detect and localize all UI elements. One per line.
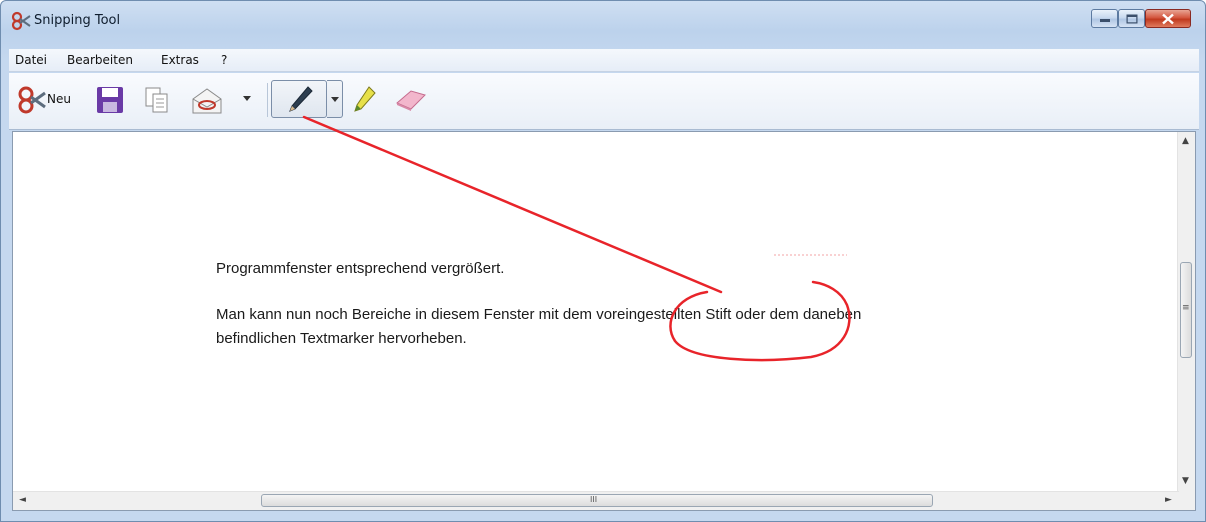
scroll-right-icon[interactable]: ►: [1165, 495, 1172, 505]
menu-bar: Datei Bearbeiten Extras ?: [9, 49, 1199, 72]
menu-extras[interactable]: Extras: [161, 53, 199, 67]
snipping-tool-window: Snipping Tool Datei Bearbeiten Extras ?: [0, 0, 1206, 522]
scroll-left-icon[interactable]: ◄: [19, 495, 26, 505]
copy-icon[interactable]: [143, 85, 171, 115]
menu-help[interactable]: ?: [221, 53, 227, 67]
vertical-scrollbar[interactable]: ▲ ≡ ▼: [1177, 132, 1195, 492]
send-email-icon[interactable]: [191, 85, 225, 115]
toolbar-separator: [267, 83, 268, 117]
snip-canvas[interactable]: Programmfenster entsprechend vergrößert.…: [12, 131, 1196, 511]
horizontal-scroll-thumb[interactable]: III: [261, 494, 933, 507]
new-label: Neu: [47, 92, 71, 106]
chevron-down-icon: [331, 97, 339, 102]
text-line-1: Programmfenster entsprechend vergrößert.: [216, 260, 505, 277]
vertical-scroll-thumb[interactable]: ≡: [1180, 262, 1192, 358]
save-icon[interactable]: [95, 85, 125, 115]
dropdown-arrow-icon[interactable]: [243, 96, 251, 102]
menu-datei[interactable]: Datei: [15, 53, 47, 67]
window-title: Snipping Tool: [34, 13, 121, 28]
pen-button[interactable]: [271, 80, 327, 118]
v-grip: ≡: [1182, 303, 1190, 313]
scissors-icon: [18, 86, 46, 114]
menu-bearbeiten[interactable]: Bearbeiten: [67, 53, 133, 67]
scroll-down-icon[interactable]: ▼: [1182, 476, 1189, 486]
maximize-button[interactable]: [1118, 9, 1145, 28]
eraser-icon[interactable]: [393, 87, 429, 113]
text-line-2: Man kann nun noch Bereiche in diesem Fen…: [216, 306, 862, 323]
pen-dropdown[interactable]: [327, 80, 343, 118]
maximize-icon: [1126, 14, 1137, 23]
close-button[interactable]: [1145, 9, 1191, 28]
text-line-3: befindlichen Textmarker hervorheben.: [216, 330, 467, 347]
minimize-button[interactable]: [1091, 9, 1118, 28]
pen-icon: [289, 86, 313, 112]
title-bar[interactable]: Snipping Tool: [1, 1, 1205, 41]
minimize-icon: [1099, 18, 1110, 22]
new-snip-button[interactable]: Neu: [13, 81, 79, 117]
toolbar: Neu: [9, 73, 1199, 130]
scissors-icon: [11, 11, 31, 31]
scroll-up-icon[interactable]: ▲: [1182, 136, 1189, 146]
h-grip: III: [590, 495, 598, 504]
highlighter-icon[interactable]: [351, 85, 377, 115]
close-icon: [1162, 13, 1174, 24]
horizontal-scrollbar[interactable]: ◄ III ►: [13, 491, 1179, 510]
resize-grip[interactable]: [1178, 492, 1195, 510]
